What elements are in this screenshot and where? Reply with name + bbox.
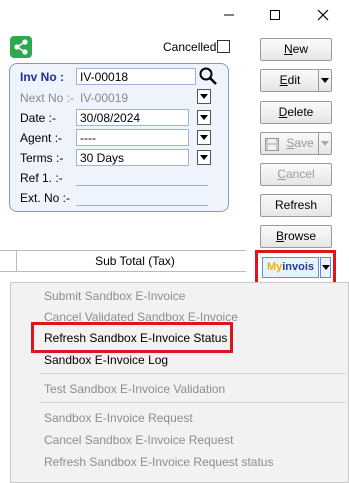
edit-button[interactable]: Edit <box>260 69 332 92</box>
browse-button[interactable]: Browse <box>260 225 332 248</box>
minimize-button[interactable] <box>206 0 252 30</box>
chevron-down-icon <box>200 135 208 140</box>
save-button-label: Save <box>286 136 314 150</box>
close-button[interactable] <box>300 0 346 30</box>
browse-button-label: Browse <box>275 229 317 243</box>
menu-item-sandbox-einvoice-log[interactable]: Sandbox E-Invoice Log <box>44 353 168 367</box>
agent-field[interactable]: ---- <box>76 129 189 146</box>
save-dropdown-arrow[interactable] <box>318 133 331 154</box>
myinvois-logo-rest: invois <box>282 261 315 273</box>
next-no-label: Next No :- <box>20 91 75 105</box>
share-icon[interactable] <box>10 36 32 58</box>
grid-column-divider <box>16 250 17 272</box>
chevron-down-icon <box>321 78 329 83</box>
inv-no-label: Inv No : <box>20 70 64 84</box>
refresh-button[interactable]: Refresh <box>260 194 332 217</box>
cancel-button-label: Cancel <box>277 167 315 181</box>
next-no-dropdown[interactable] <box>197 89 211 104</box>
new-button[interactable]: New <box>260 38 332 61</box>
refresh-button-label: Refresh <box>274 198 318 212</box>
save-button[interactable]: Save <box>260 132 332 155</box>
maximize-button[interactable] <box>252 0 298 30</box>
date-dropdown[interactable] <box>197 110 211 125</box>
search-icon[interactable] <box>198 66 218 86</box>
ref1-field[interactable] <box>76 185 208 186</box>
agent-label: Agent :- <box>20 131 63 145</box>
next-no-field: IV-00019 <box>80 91 129 105</box>
terms-field[interactable]: 30 Days <box>76 149 189 166</box>
delete-button[interactable]: Delete <box>260 101 332 124</box>
menu-item-cancel-sandbox-einvoice-request[interactable]: Cancel Sandbox E-Invoice Request <box>44 433 233 447</box>
chevron-down-icon <box>200 115 208 120</box>
chevron-down-icon <box>321 265 330 270</box>
chevron-down-icon <box>200 94 208 99</box>
chevron-down-icon <box>200 155 208 160</box>
chevron-down-icon <box>321 141 329 146</box>
menu-item-refresh-sandbox-einvoice-request-status[interactable]: Refresh Sandbox E-Invoice Request status <box>44 455 273 469</box>
agent-dropdown[interactable] <box>197 130 211 145</box>
menu-item-submit-sandbox-einvoice[interactable]: Submit Sandbox E-Invoice <box>44 289 185 303</box>
terms-label: Terms :- <box>20 151 64 165</box>
myinvois-logo-my: My <box>266 261 283 273</box>
minimize-icon <box>224 14 234 16</box>
myinvois-logo[interactable]: Myinvois <box>262 257 319 278</box>
menu-separator <box>40 373 345 374</box>
cancel-button[interactable]: Cancel <box>260 163 332 186</box>
ext-no-field[interactable] <box>76 205 208 206</box>
maximize-icon <box>270 10 280 20</box>
date-label: Date :- <box>20 111 57 125</box>
edit-button-label: Edit <box>279 73 301 87</box>
menu-separator <box>40 402 345 403</box>
cancelled-label: Cancelled <box>163 40 217 54</box>
ref1-label: Ref 1. :- <box>20 171 63 185</box>
save-icon <box>265 137 279 151</box>
menu-item-sandbox-einvoice-request[interactable]: Sandbox E-Invoice Request <box>44 411 193 425</box>
myinvois-dropdown-arrow[interactable] <box>320 257 331 278</box>
terms-dropdown[interactable] <box>197 150 211 165</box>
close-icon <box>317 9 329 21</box>
menu-highlight-box <box>31 322 233 353</box>
date-field[interactable]: 30/08/2024 <box>76 109 189 126</box>
myinvois-button[interactable]: Myinvois <box>255 250 336 285</box>
menu-item-test-sandbox-einvoice-validation[interactable]: Test Sandbox E-Invoice Validation <box>44 382 225 396</box>
ext-no-label: Ext. No :- <box>20 191 71 205</box>
inv-no-field[interactable]: IV-00018 <box>76 68 196 85</box>
delete-button-label: Delete <box>278 105 314 119</box>
new-button-label: New <box>283 42 308 56</box>
invoice-header-panel: Inv No : IV-00018 Next No :- IV-00019 Da… <box>9 63 229 212</box>
edit-dropdown-arrow[interactable] <box>318 70 331 91</box>
subtotal-tax-column-header[interactable]: Sub Total (Tax) <box>60 254 210 268</box>
cancelled-checkbox[interactable] <box>217 40 230 53</box>
